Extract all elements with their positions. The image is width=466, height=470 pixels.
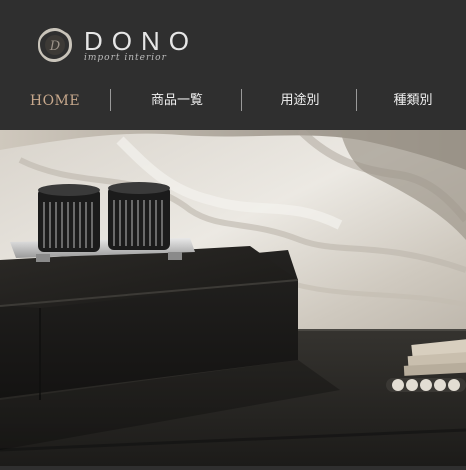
nav-item-home[interactable]: HOME — [14, 88, 96, 114]
logo-icon[interactable]: D — [36, 26, 74, 64]
main-nav: HOME 商品一覧 用途別 種類別 — [0, 88, 466, 114]
site-header: D DONO import interior HOME 商品一覧 用途別 種類別 — [0, 0, 466, 130]
brand-name: DONO — [84, 26, 198, 56]
nav-item-products[interactable]: 商品一覧 — [124, 88, 230, 114]
nav-divider — [110, 89, 111, 111]
nav-divider — [241, 89, 242, 111]
hero-image — [0, 127, 466, 466]
nav-item-by-type[interactable]: 種類別 — [364, 88, 462, 114]
svg-text:D: D — [49, 39, 61, 54]
nav-item-by-use[interactable]: 用途別 — [250, 88, 350, 114]
brand-tagline: import interior — [84, 53, 167, 63]
nav-divider — [356, 89, 357, 111]
